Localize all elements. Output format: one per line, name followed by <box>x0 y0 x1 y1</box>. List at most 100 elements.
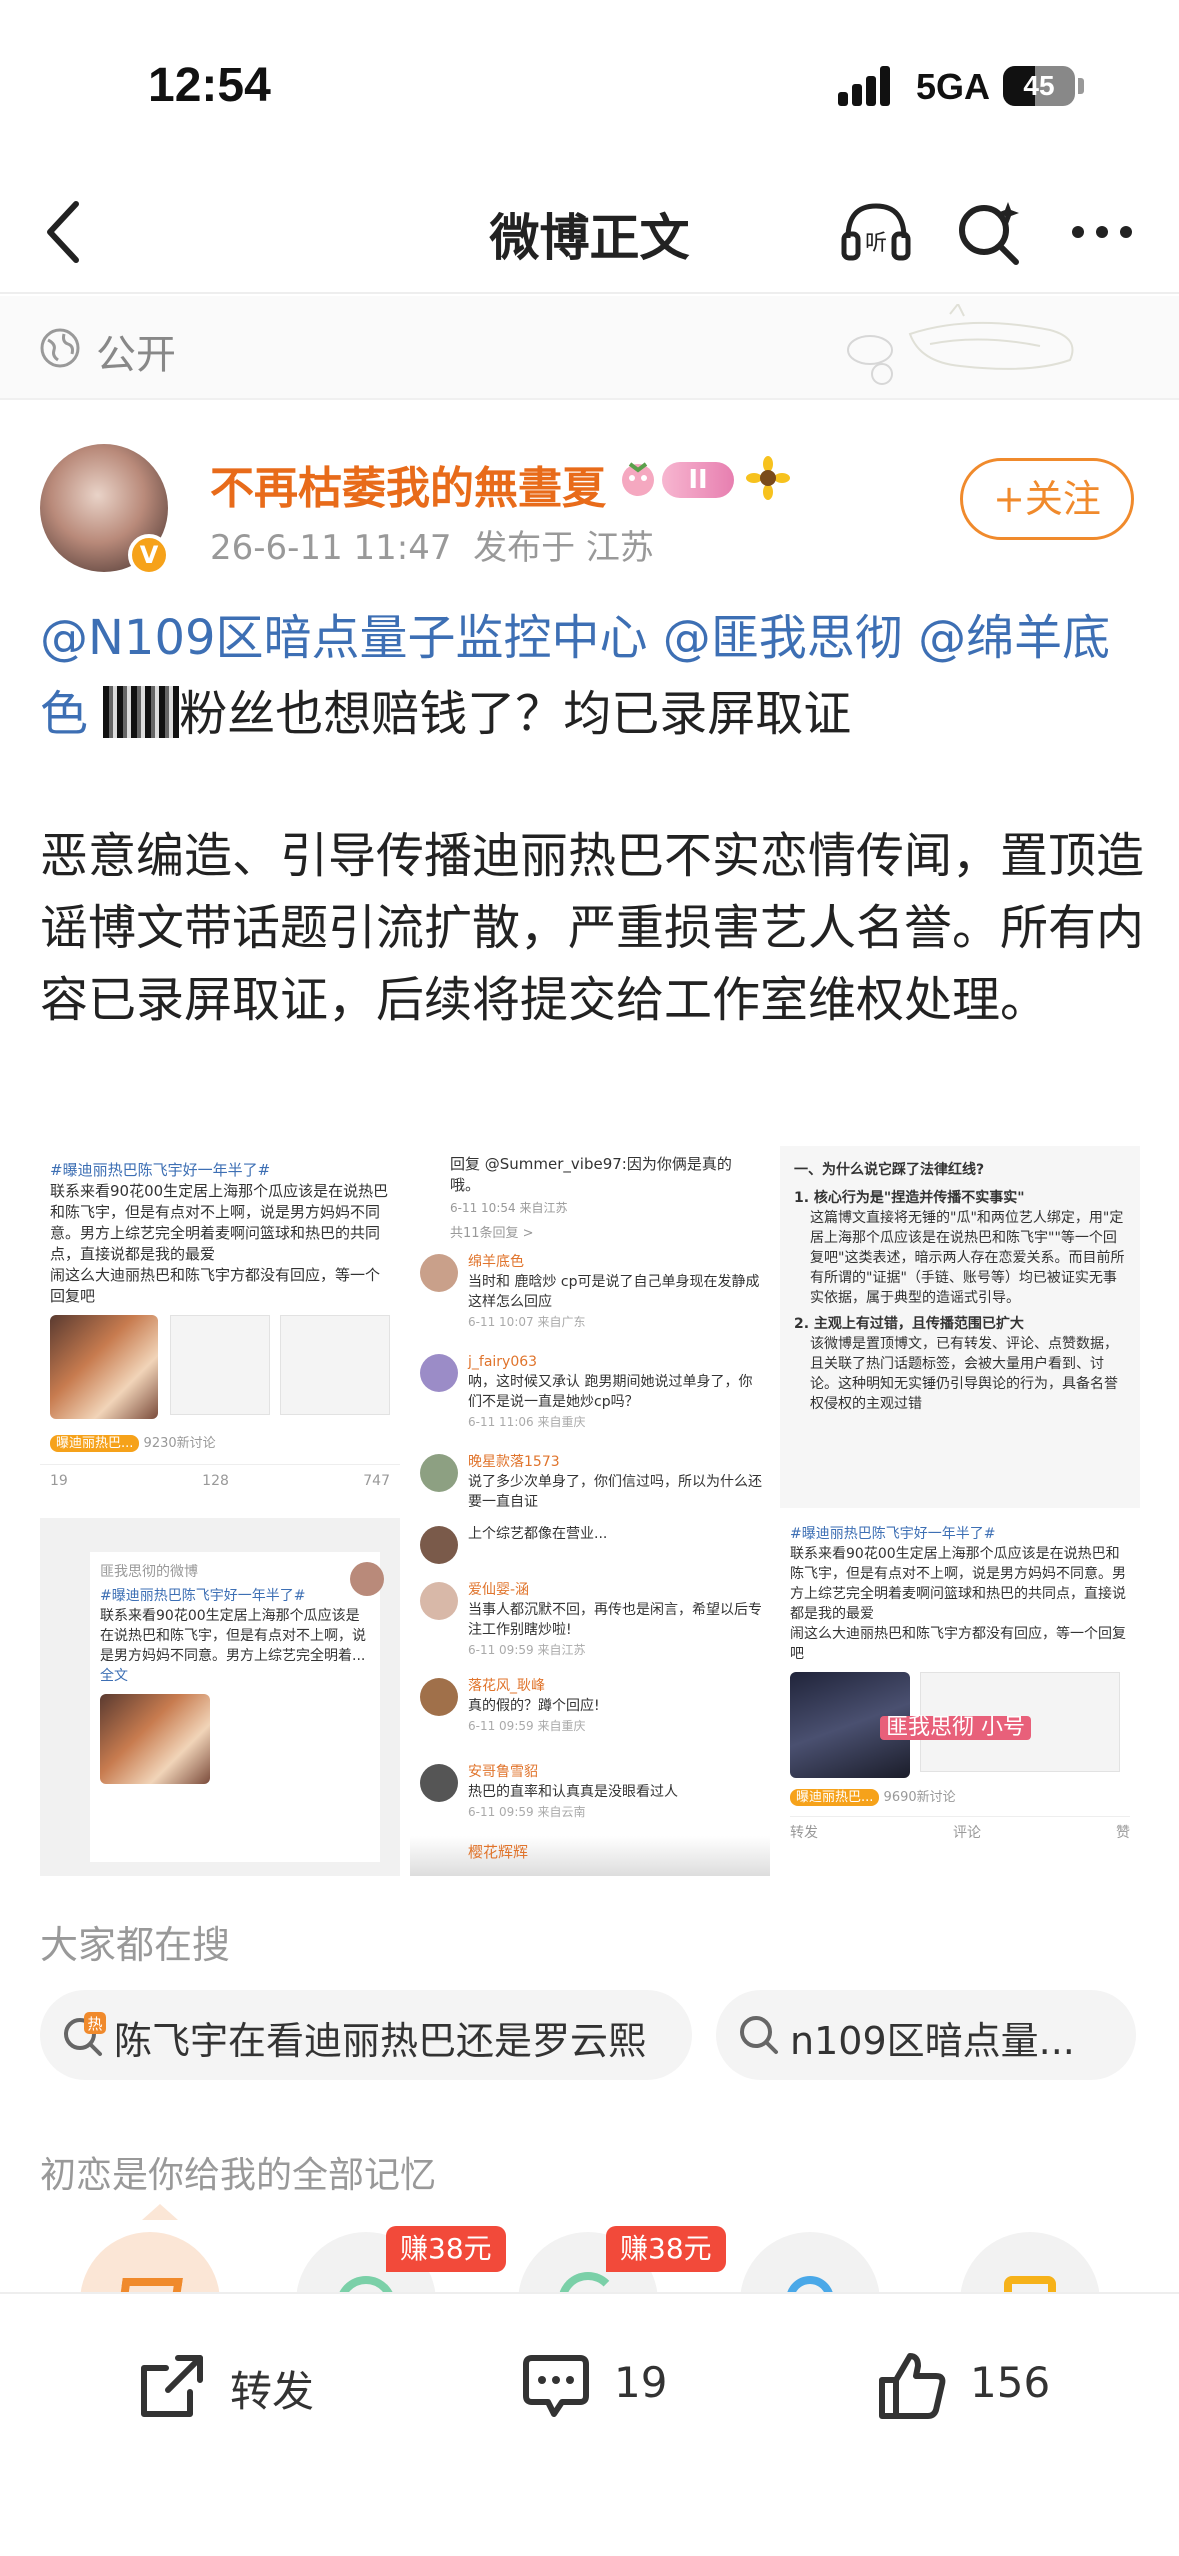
battery-tip <box>1078 78 1084 94</box>
tile4-avatar <box>350 1562 384 1596</box>
memory-title: 初恋是你给我的全部记忆 <box>40 2155 437 2196</box>
forward-icon <box>141 2355 203 2417</box>
tile2-time: 6-11 10:54 来自江苏 <box>450 1201 568 1215</box>
verified-badge: V <box>128 534 170 576</box>
image-tile-6[interactable]: #曝迪丽热巴陈飞宇好一年半了# 联系来看90花00生定居上海那个瓜应该是在说热巴… <box>780 1518 1140 1876</box>
comment-author: 樱花辉辉 <box>468 1843 529 1861</box>
mention-link[interactable]: @匪我思彻 <box>663 610 903 666</box>
mention-link[interactable]: @N109区暗点量子监控中心 <box>40 610 648 666</box>
search-section-title: 大家都在搜 <box>40 1923 231 1967</box>
status-bar: 12:54 5GA 45 <box>0 0 1179 170</box>
comment-author: j_fairy063 <box>468 1354 538 1370</box>
comment-avatar <box>420 1526 458 1564</box>
comment-item: 绵羊底色 当时和 鹿晗炒 cp可是说了自己单身现在发静成这样怎么回应 6-11 … <box>410 1246 770 1332</box>
tile1-topic-count: 9230新讨论 <box>143 1436 216 1451</box>
post-text-rest: 粉丝也想赔钱了？均已录屏取证 <box>179 686 852 742</box>
comment-time: 6-11 09:59 来自云南 <box>468 1805 586 1819</box>
comment-avatar <box>420 1582 458 1620</box>
redaction-mark <box>103 686 180 738</box>
network-label: 5GA <box>916 66 991 107</box>
tile6-body: 联系来看90花00生定居上海那个瓜应该是在说热巴和陈飞宇，但是有点对不上啊，说是… <box>790 1546 1126 1622</box>
listen-icon[interactable]: 听 <box>838 194 914 270</box>
comment-time: 6-11 09:59 来自重庆 <box>468 1719 586 1733</box>
tile6-actions: 转发 评论 赞 <box>790 1816 1130 1849</box>
tile1-screenshot <box>280 1315 390 1415</box>
tile3-point1: 这篇博文直接将无锤的"瓜"和两位艺人绑定，用"定居上海那个瓜应该是在说热巴和陈飞… <box>810 1210 1125 1306</box>
comment-author: 绵羊底色 <box>468 1254 524 1270</box>
earn-badge[interactable]: 赚38元 <box>606 2226 726 2272</box>
image-tile-3[interactable]: 一、为什么说它踩了法律红线? 1. 核心行为是"捏造并传播不实事实" 这篇博文直… <box>780 1146 1140 1508</box>
image-tile-2[interactable]: 回复 @Summer_vibe97:因为你俩是真的哦。 6-11 10:54 来… <box>410 1146 770 1508</box>
comment-item: 安哥鲁雪貂 热巴的直率和认真真是没眼看过人 6-11 09:59 来自云南 <box>410 1756 770 1842</box>
comment-item: j_fairy063 呐，这时候又承认 跑男期间她说过单身了，你们不是说一直是她… <box>410 1346 770 1432</box>
tile1-comment: 128 <box>202 1473 229 1489</box>
tile6-topic: 曝迪丽热巴... <box>790 1789 880 1806</box>
search-chip-2[interactable]: n109区暗点量... <box>716 1990 1136 2080</box>
tile6-watermark: 匪我思彻 小号 <box>880 1716 1031 1740</box>
tile6-forward: 转发 <box>790 1825 818 1841</box>
post-text-line1: @N109区暗点量子监控中心 @匪我思彻 @绵羊底色 粉丝也想赔钱了？均已录屏取… <box>40 600 1150 752</box>
nav-bar: 微博正文 听 <box>0 170 1179 294</box>
username[interactable]: 不再枯萎我的無晝夏 <box>210 452 606 516</box>
post-meta: 26-6-11 11:47 发布于 江苏 <box>210 520 654 569</box>
image-tile-1[interactable]: #曝迪丽热巴陈飞宇好一年半了# 联系来看90花00生定居上海那个瓜应该是在说热巴… <box>40 1146 400 1508</box>
comment-time: 6-11 11:06 来自重庆 <box>468 1415 586 1429</box>
forward-button[interactable]: 转发 <box>134 2334 334 2430</box>
tile3-point2: 该微博是置顶博文，已有转发、评论、点赞数据，且关联了热门话题标签，会被大量用户看… <box>810 1336 1118 1412</box>
tile3-point1-title: 1. 核心行为是"捏造并传播不实事实" <box>794 1190 1025 1206</box>
image-tile-4[interactable]: 匪我思彻的微博 #曝迪丽热巴陈飞宇好一年半了# 联系来看90花00生定居上海那个… <box>40 1518 400 1876</box>
comment-avatar <box>420 1254 458 1292</box>
battery-icon: 45 <box>1003 66 1075 106</box>
tile6-like: 赞 <box>1116 1825 1130 1841</box>
tile6-body2: 闹这么大迪丽热巴和陈飞宇方都没有回应，等一个回复吧 <box>790 1626 1126 1662</box>
decoration-illustration <box>847 304 1074 385</box>
tile3-point2-title: 2. 主观上有过错，且传播范围已扩大 <box>794 1316 1024 1332</box>
earn-badge[interactable]: 赚38元 <box>386 2226 506 2272</box>
tile1-tag: #曝迪丽热巴陈飞宇好一年半了# <box>50 1161 271 1179</box>
battery-level: 45 <box>1023 70 1055 101</box>
comment-avatar <box>420 1354 458 1392</box>
visibility-row: 公开 <box>0 296 1179 400</box>
tile2-total: 共11条回复 > <box>450 1226 534 1241</box>
tile6-tag: #曝迪丽热巴陈飞宇好一年半了# <box>790 1526 996 1542</box>
like-button[interactable]: 156 <box>874 2334 1074 2430</box>
comment-author: 落花风_耿峰 <box>468 1678 545 1694</box>
post-date: 26-6-11 11:47 <box>210 528 452 568</box>
post-location: 发布于 江苏 <box>473 528 654 568</box>
search-chip-1[interactable]: 热 陈飞宇在看迪丽热巴还是罗云熙 <box>40 1990 692 2080</box>
tile4-tag: #曝迪丽热巴陈飞宇好一年半了# <box>100 1588 306 1604</box>
follow-button[interactable]: +关注 <box>960 458 1134 540</box>
search-icon[interactable] <box>950 194 1026 270</box>
sunflower-icon <box>746 456 790 500</box>
tile1-screenshot <box>170 1315 270 1415</box>
comment-item: 上个综艺都像在营业... <box>410 1518 770 1574</box>
comment-avatar <box>420 1678 458 1716</box>
comment-item: 爱仙婴-涵 当事人都沉默不回，再传也是闲言，希望以后专注工作别瞎炒啦! 6-11… <box>410 1574 770 1660</box>
like-count: 156 <box>970 2358 1051 2407</box>
tile6-topic-count: 9690新讨论 <box>883 1790 956 1805</box>
comment-avatar <box>420 1764 458 1802</box>
level-badge: II <box>662 462 734 498</box>
tile4-header: 匪我思彻的微博 <box>100 1564 198 1580</box>
tab-indicator <box>142 2204 178 2220</box>
svg-text:听: 听 <box>865 231 887 256</box>
image-tile-5[interactable]: 上个综艺都像在营业... 爱仙婴-涵 当事人都沉默不回，再传也是闲言，希望以后专… <box>410 1518 770 1876</box>
comment-author: 爱仙婴-涵 <box>468 1582 530 1598</box>
search-chip-1-text: 陈飞宇在看迪丽热巴还是罗云熙 <box>114 2019 647 2063</box>
comment-author: 晚星款落1573 <box>468 1454 560 1470</box>
tile4-body: 联系来看90花00生定居上海那个瓜应该是在说热巴和陈飞宇，但是有点对不上啊，说是… <box>100 1608 366 1684</box>
image-grid: #曝迪丽热巴陈飞宇好一年半了# 联系来看90花00生定居上海那个瓜应该是在说热巴… <box>40 1146 1140 1876</box>
tile1-photo <box>50 1315 158 1419</box>
bottom-action-bar: 转发 19 156 <box>0 2292 1179 2556</box>
comment-time: 6-11 10:07 来自广东 <box>468 1315 586 1329</box>
tile6-comment: 评论 <box>953 1825 981 1841</box>
comment-button[interactable]: 19 <box>518 2334 698 2430</box>
tile1-body2: 闹这么大迪丽热巴和陈飞宇方都没有回应，等一个回复吧 <box>50 1266 381 1305</box>
svg-text:热: 热 <box>87 2015 102 2033</box>
comment-text: 真的假的？蹲个回应! <box>468 1698 600 1714</box>
post-paragraph: 恶意编造、引导传播迪丽热巴不实恋情传闻，置顶造谣博文带话题引流扩散，严重损害艺人… <box>40 828 1145 1028</box>
tile1-like: 747 <box>363 1473 390 1489</box>
tile1-forward: 19 <box>50 1473 68 1489</box>
tile1-actions: 19 128 747 <box>40 1464 400 1498</box>
more-icon[interactable] <box>1064 194 1140 270</box>
